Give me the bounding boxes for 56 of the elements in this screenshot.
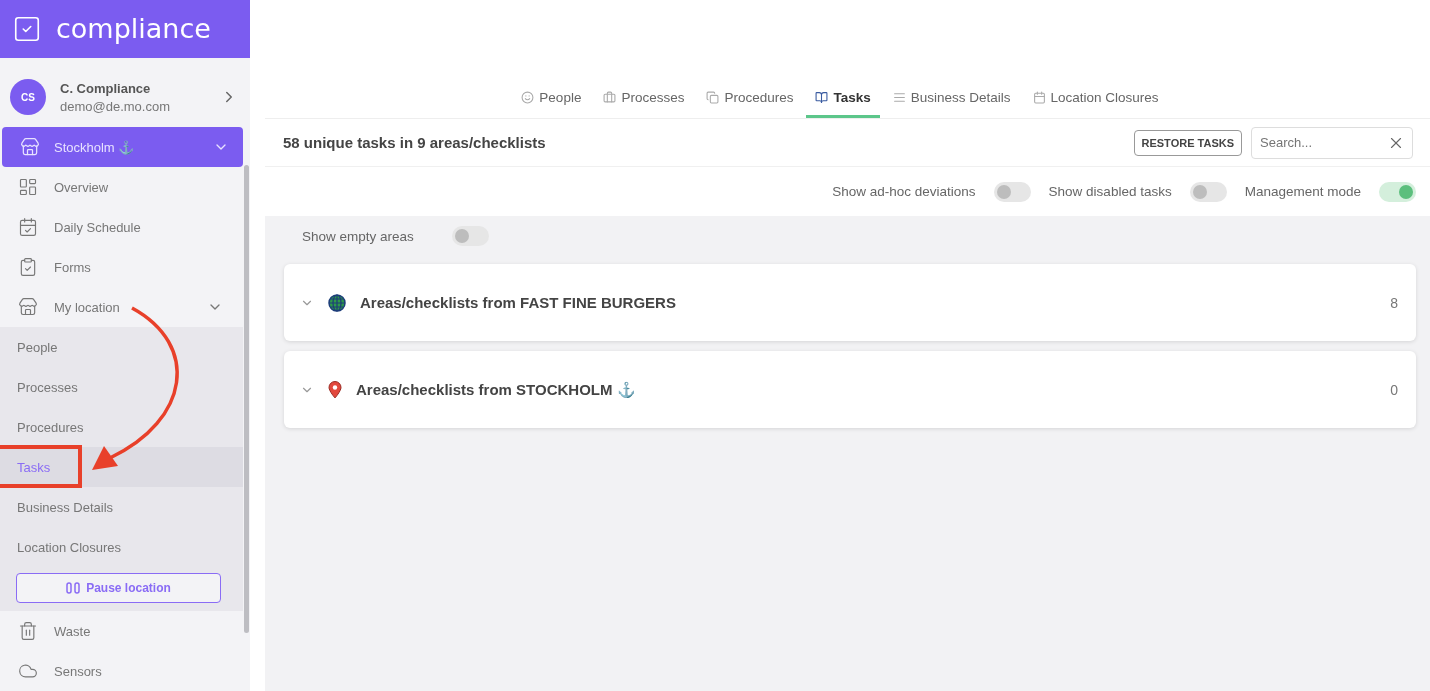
tab[interactable]: Location Closures [1023,80,1168,118]
lines-icon [892,91,906,104]
restore-tasks-button[interactable]: RESTORE TASKS [1133,129,1242,156]
sidebar-subitem[interactable]: Tasks [0,447,243,487]
user-name: C. Compliance [60,80,152,96]
map-pin-icon [328,380,342,399]
tab[interactable]: People [512,80,591,118]
sidebar-subitem[interactable]: Business Details [0,487,243,527]
pause-icon [66,582,81,594]
briefcase-icon [603,91,617,104]
toggle-label: Management mode [1244,184,1361,199]
group-count: 0 [1390,381,1398,398]
sidebar-subitem[interactable]: Procedures [0,407,243,447]
toggle-switch[interactable] [451,226,489,246]
sidebar-subitem[interactable]: People [0,327,243,367]
logo-text: compliance [56,13,211,45]
toggle-switch[interactable] [1379,181,1416,202]
location-selector[interactable]: Stockholm ⚓ [2,127,243,167]
sidebar-item[interactable]: Overview [0,167,243,207]
area-group-card[interactable]: Areas/checklists from STOCKHOLM ⚓ 0 [284,351,1416,428]
user-email: demo@de.mo.com [60,98,172,114]
tab[interactable]: Business Details [883,80,1020,118]
group-title: Areas/checklists from STOCKHOLM ⚓ [356,380,637,399]
copy-icon [706,91,720,104]
calendar-check-icon [18,217,38,237]
avatar: CS [10,79,46,116]
scrollbar[interactable] [244,165,249,633]
sidebar-item[interactable]: Forms [0,247,243,287]
calendar-icon [1032,91,1046,104]
pause-location-button[interactable]: Pause location [16,573,221,603]
tab[interactable]: Procedures [697,80,803,118]
toggle-switch[interactable] [993,181,1031,202]
tab[interactable]: Processes [594,80,694,118]
trash-icon [18,621,38,641]
sidebar-item[interactable]: Daily Schedule [0,207,243,247]
toggle-label: Show disabled tasks [1048,184,1172,199]
sidebar-item[interactable]: Sensors [0,651,243,691]
group-count: 8 [1390,294,1398,311]
store-icon [20,137,40,158]
task-summary: 58 unique tasks in 9 areas/checklists [283,134,547,151]
sidebar-item[interactable]: My location [0,287,243,327]
toggle-switch[interactable] [1189,181,1227,202]
toggle-label: Show ad-hoc deviations [832,184,976,199]
area-group-card[interactable]: Areas/checklists from FAST FINE BURGERS 8 [284,264,1416,341]
book-icon [815,91,829,104]
sidebar-item[interactable]: Waste [0,611,243,651]
toggle-label: Show empty areas [302,228,414,244]
globe-icon [328,293,346,312]
clipboard-icon [18,257,38,277]
dashboard-icon [18,177,38,197]
smiley-icon [521,91,535,104]
group-title: Areas/checklists from FAST FINE BURGERS [360,294,677,311]
sidebar-subitem[interactable]: Processes [0,367,243,407]
search-field[interactable]: Search... [1251,126,1413,159]
sidebar-subitem[interactable]: Location Closures [0,527,243,567]
store-icon [18,297,38,317]
